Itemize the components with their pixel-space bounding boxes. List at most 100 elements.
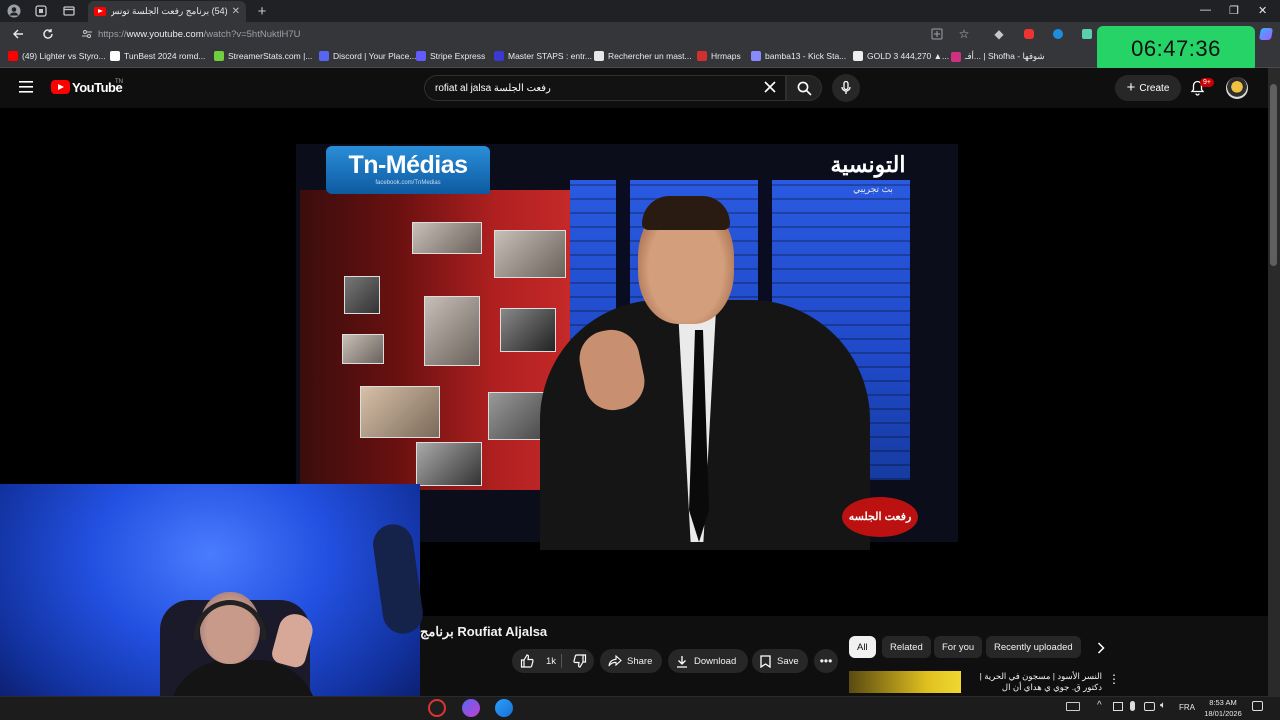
bookmark-label: (49) Lighter vs Styro... [22, 51, 106, 61]
download-button[interactable]: Download [668, 649, 748, 673]
video-title: برنامج Roufiat Aljalsa [420, 624, 548, 639]
bookmark-favicon-icon [416, 51, 426, 61]
share-button[interactable]: Share [600, 649, 662, 673]
install-app-icon[interactable] [929, 26, 945, 42]
bookmark-item[interactable]: StreamerStats.com |... [214, 51, 312, 61]
bookmark-item[interactable]: GOLD 3 444,270 ▲... [853, 51, 949, 61]
extension-teal-icon[interactable] [1079, 26, 1095, 42]
tab-actions-icon[interactable] [61, 3, 77, 19]
plus-icon: + [1126, 79, 1136, 96]
minimize-icon[interactable]: — [1200, 4, 1211, 16]
windows-taskbar [0, 696, 1280, 720]
bookmark-favicon-icon [319, 51, 329, 61]
bookmark-item[interactable]: Discord | Your Place... [319, 51, 416, 61]
country-code: TN [115, 79, 123, 85]
extension-diamond-icon[interactable]: ◆ [991, 26, 1007, 42]
mic-tray-icon[interactable] [1130, 701, 1135, 711]
bookmark-star-icon[interactable]: ☆ [956, 26, 972, 42]
bookmark-item[interactable]: TunBest 2024 romd... [110, 51, 205, 61]
window-close-icon[interactable]: ✕ [1258, 4, 1267, 17]
search-query: rofiat al jalsa رفعت الجلسة [435, 82, 551, 94]
chip-recently-uploaded[interactable]: Recently uploaded [986, 636, 1081, 658]
save-label: Save [777, 655, 799, 667]
bookmark-label: StreamerStats.com |... [228, 51, 313, 61]
site-info-icon[interactable] [79, 26, 95, 42]
display-tray-icon[interactable] [1144, 702, 1155, 711]
volume-icon[interactable]: 🔈︎ [1160, 700, 1166, 711]
recommended-more-icon[interactable]: ⋮ [1108, 672, 1120, 686]
url-scheme: https:// [98, 28, 127, 40]
bookmark-label: أفـ... | Shofha - شوفها [965, 51, 1045, 61]
bookmark-item[interactable]: Hrmaps [697, 51, 741, 61]
url-path: /watch?v=5htNuktlH7U [203, 28, 301, 40]
chip-related[interactable]: Related [882, 636, 931, 658]
profile-icon[interactable] [6, 3, 22, 19]
video-photo [344, 276, 380, 314]
video-photo [412, 222, 482, 254]
like-count[interactable]: 1k [546, 656, 556, 667]
bookmark-item[interactable]: Rechercher un mast... [594, 51, 692, 61]
tab-title: (54) برنامج رفعت الجلسة تونس قد [111, 6, 228, 16]
new-tab-icon[interactable]: + [254, 3, 270, 20]
show-logo: رفعت الجلسه [842, 497, 918, 537]
tray-chevron-icon[interactable]: ^ [1097, 700, 1102, 711]
chip-for-you[interactable]: For you [934, 636, 983, 658]
bookmark-item[interactable]: أفـ... | Shofha - شوفها [951, 51, 1045, 62]
search-input[interactable]: rofiat al jalsa رفعت الجلسة [424, 75, 786, 101]
youtube-favicon-icon [94, 7, 106, 16]
tab-youtube[interactable]: (54) برنامج رفعت الجلسة تونس قد ✕ [88, 1, 246, 22]
keyboard-icon[interactable] [1066, 702, 1080, 711]
microphone-icon [841, 81, 851, 94]
taskbar-browser-icon[interactable] [495, 699, 513, 717]
bookmark-label: TunBest 2024 romd... [124, 51, 206, 61]
bookmark-label: bamba13 - Kick Sta... [765, 51, 847, 61]
extension-blue-icon[interactable] [1050, 26, 1066, 42]
bookmark-label: GOLD 3 444,270 ▲... [867, 51, 950, 61]
channel-logo-text: التونسية [830, 152, 906, 177]
bookmark-item[interactable]: (49) Lighter vs Styro... [8, 51, 106, 61]
taskbar-clock[interactable]: 8:53 AM 18/01/2026 [1200, 697, 1246, 719]
close-tab-icon[interactable]: ✕ [232, 6, 240, 17]
like-icon[interactable] [520, 654, 534, 668]
bookmark-item[interactable]: bamba13 - Kick Sta... [751, 51, 846, 61]
bookmark-favicon-icon [110, 51, 120, 61]
share-icon [608, 655, 622, 667]
notification-center-icon[interactable] [1252, 701, 1263, 711]
share-label: Share [627, 655, 653, 667]
scrollbar-thumb[interactable] [1270, 84, 1277, 266]
maximize-icon[interactable]: ❐ [1229, 4, 1239, 17]
extension-red-icon[interactable] [1021, 26, 1037, 42]
save-icon [760, 654, 771, 668]
bookmark-favicon-icon [594, 51, 604, 61]
bookmark-item[interactable]: Stripe Express [416, 51, 485, 61]
save-button[interactable]: Save [752, 649, 808, 673]
bookmark-item[interactable]: Master STAPS : entr... [494, 51, 592, 61]
taskbar-obs-icon[interactable] [428, 699, 446, 717]
more-actions-button[interactable]: ••• [814, 649, 838, 673]
workspaces-icon[interactable] [33, 3, 49, 19]
voice-search-button[interactable] [832, 74, 860, 102]
hamburger-menu-icon[interactable] [19, 81, 33, 93]
back-icon[interactable] [10, 26, 26, 42]
network-icon[interactable] [1113, 702, 1123, 711]
create-button[interactable]: + Create [1115, 75, 1181, 101]
watermark-text: Tn-Médias [348, 151, 468, 179]
search-button[interactable] [786, 75, 822, 101]
taskbar-discord-icon[interactable] [462, 699, 480, 717]
bookmark-label: Stripe Express [430, 51, 486, 61]
copilot-icon[interactable] [1258, 26, 1274, 42]
account-avatar[interactable] [1226, 77, 1248, 99]
watermark-subtext: facebook.com/TnMedias [375, 180, 441, 186]
clear-search-icon[interactable] [764, 81, 776, 93]
recommended-video-title[interactable]: النسر الأسود | مسجون في الحرية | دكتور ق… [966, 671, 1102, 693]
input-language[interactable]: FRA [1179, 703, 1195, 712]
search-icon [797, 81, 812, 96]
dislike-icon[interactable] [573, 654, 587, 668]
reload-icon[interactable] [40, 26, 56, 42]
chip-all[interactable]: All [849, 636, 876, 658]
recommended-video-thumbnail[interactable] [849, 671, 961, 693]
download-icon [676, 655, 688, 668]
youtube-logo-icon[interactable] [51, 80, 70, 94]
address-bar[interactable]: https://www.youtube.com/watch?v=5htNuktl… [72, 24, 980, 44]
chips-next-icon[interactable] [1097, 642, 1105, 654]
